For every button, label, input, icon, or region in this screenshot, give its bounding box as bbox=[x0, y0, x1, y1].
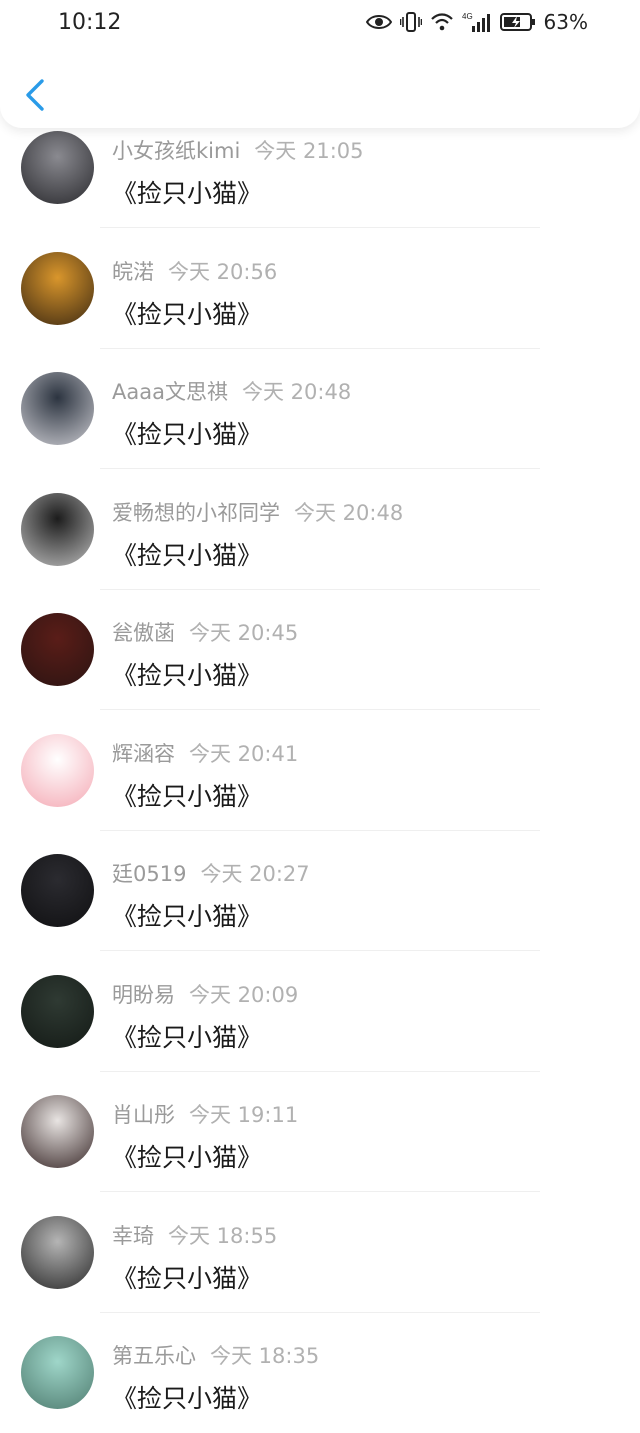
list-item[interactable]: 辉涵容 今天 20:41 《捡只小猫》 bbox=[0, 711, 640, 831]
timestamp: 今天 20:48 bbox=[241, 380, 352, 404]
list-item[interactable]: 皖渃 今天 20:56 《捡只小猫》 bbox=[0, 229, 640, 349]
sender-name[interactable]: 廷0519 bbox=[112, 862, 186, 886]
avatar[interactable] bbox=[21, 613, 94, 686]
message-text: 《捡只小猫》 bbox=[112, 179, 263, 208]
back-arrow-icon[interactable] bbox=[22, 78, 50, 112]
battery-icon bbox=[499, 13, 535, 31]
message-text: 《捡只小猫》 bbox=[112, 902, 263, 931]
status-time: 10:12 bbox=[58, 10, 122, 35]
sender-line: 小女孩纸kimi 今天 21:05 bbox=[112, 135, 364, 165]
list-item[interactable]: 第五乐心 今天 18:35 《捡只小猫》 bbox=[0, 1313, 640, 1433]
sender-name[interactable]: 爱畅想的小祁同学 bbox=[112, 501, 280, 525]
status-bar: 10:12 4G 63% bbox=[0, 0, 640, 50]
avatar[interactable] bbox=[21, 1336, 94, 1409]
sender-name[interactable]: 明盼易 bbox=[112, 983, 175, 1007]
sender-line: 爱畅想的小祁同学 今天 20:48 bbox=[112, 497, 403, 527]
message-text: 《捡只小猫》 bbox=[112, 1263, 263, 1293]
battery-percent: 63% bbox=[543, 10, 588, 34]
sender-name[interactable]: Aaaa文思祺 bbox=[112, 380, 228, 404]
list-item[interactable]: 爱畅想的小祁同学 今天 20:48 《捡只小猫》 bbox=[0, 470, 640, 590]
sender-line: Aaaa文思祺 今天 20:48 bbox=[112, 376, 351, 406]
avatar[interactable] bbox=[21, 251, 94, 325]
sender-line: 肖山彤 今天 19:11 bbox=[112, 1099, 298, 1129]
eye-icon bbox=[365, 15, 392, 29]
sender-line: 辉涵容 今天 20:41 bbox=[112, 738, 298, 768]
list-item[interactable]: 幸琦 今天 18:55 《捡只小猫》 bbox=[0, 1193, 640, 1313]
message-text: 《捡只小猫》 bbox=[112, 781, 263, 811]
avatar[interactable] bbox=[21, 1215, 94, 1289]
avatar[interactable] bbox=[21, 492, 94, 566]
sender-line: 皖渃 今天 20:56 bbox=[112, 256, 277, 286]
sender-name[interactable]: 第五乐心 bbox=[112, 1344, 196, 1368]
network-type: 4G bbox=[462, 12, 473, 21]
message-text: 《捡只小猫》 bbox=[112, 299, 263, 329]
message-text: 《捡只小猫》 bbox=[112, 1022, 263, 1052]
vibrate-icon bbox=[399, 12, 422, 32]
timestamp: 今天 20:48 bbox=[294, 500, 404, 525]
status-icons: 4G 63% bbox=[365, 10, 588, 34]
avatar[interactable] bbox=[21, 854, 94, 927]
avatar[interactable] bbox=[21, 1095, 94, 1168]
sender-name[interactable]: 小女孩纸kimi bbox=[112, 139, 240, 163]
wifi-icon bbox=[430, 13, 453, 31]
list-item[interactable]: Aaaa文思祺 今天 20:48 《捡只小猫》 bbox=[0, 349, 640, 469]
timestamp: 今天 18:55 bbox=[168, 1223, 278, 1248]
list-item[interactable]: 明盼易 今天 20:09 《捡只小猫》 bbox=[0, 952, 640, 1072]
avatar[interactable] bbox=[21, 372, 94, 445]
timestamp: 今天 20:27 bbox=[200, 862, 310, 886]
avatar[interactable] bbox=[21, 974, 94, 1048]
message-text: 《捡只小猫》 bbox=[112, 1384, 263, 1413]
timestamp: 今天 20:45 bbox=[189, 621, 299, 645]
timestamp: 今天 18:35 bbox=[210, 1344, 320, 1368]
message-text: 《捡只小猫》 bbox=[112, 661, 263, 690]
sender-name[interactable]: 肖山彤 bbox=[112, 1103, 175, 1127]
list-item[interactable]: 肖山彤 今天 19:11 《捡只小猫》 bbox=[0, 1072, 640, 1192]
timestamp: 今天 19:11 bbox=[189, 1103, 299, 1127]
sender-name[interactable]: 皖渃 bbox=[112, 260, 154, 284]
message-text: 《捡只小猫》 bbox=[112, 420, 263, 449]
timestamp: 今天 20:56 bbox=[168, 259, 278, 284]
list-item[interactable]: 瓮傲菡 今天 20:45 《捡只小猫》 bbox=[0, 590, 640, 710]
message-text: 《捡只小猫》 bbox=[112, 540, 263, 570]
cellular-signal-icon: 4G bbox=[462, 12, 490, 32]
timestamp: 今天 20:09 bbox=[189, 982, 299, 1007]
sender-name[interactable]: 幸琦 bbox=[112, 1224, 154, 1248]
sender-line: 第五乐心 今天 18:35 bbox=[112, 1340, 319, 1370]
sender-line: 瓮傲菡 今天 20:45 bbox=[112, 617, 298, 647]
sender-line: 明盼易 今天 20:09 bbox=[112, 979, 298, 1009]
avatar[interactable] bbox=[21, 733, 94, 807]
message-text: 《捡只小猫》 bbox=[112, 1143, 263, 1172]
avatar[interactable] bbox=[21, 131, 94, 204]
sender-name[interactable]: 瓮傲菡 bbox=[112, 621, 175, 645]
timestamp: 今天 20:41 bbox=[189, 741, 299, 766]
list-item[interactable]: 廷0519 今天 20:27 《捡只小猫》 bbox=[0, 831, 640, 951]
sender-line: 幸琦 今天 18:55 bbox=[112, 1220, 277, 1250]
timestamp: 今天 21:05 bbox=[254, 139, 364, 163]
sender-name[interactable]: 辉涵容 bbox=[112, 742, 175, 766]
sender-line: 廷0519 今天 20:27 bbox=[112, 858, 310, 888]
